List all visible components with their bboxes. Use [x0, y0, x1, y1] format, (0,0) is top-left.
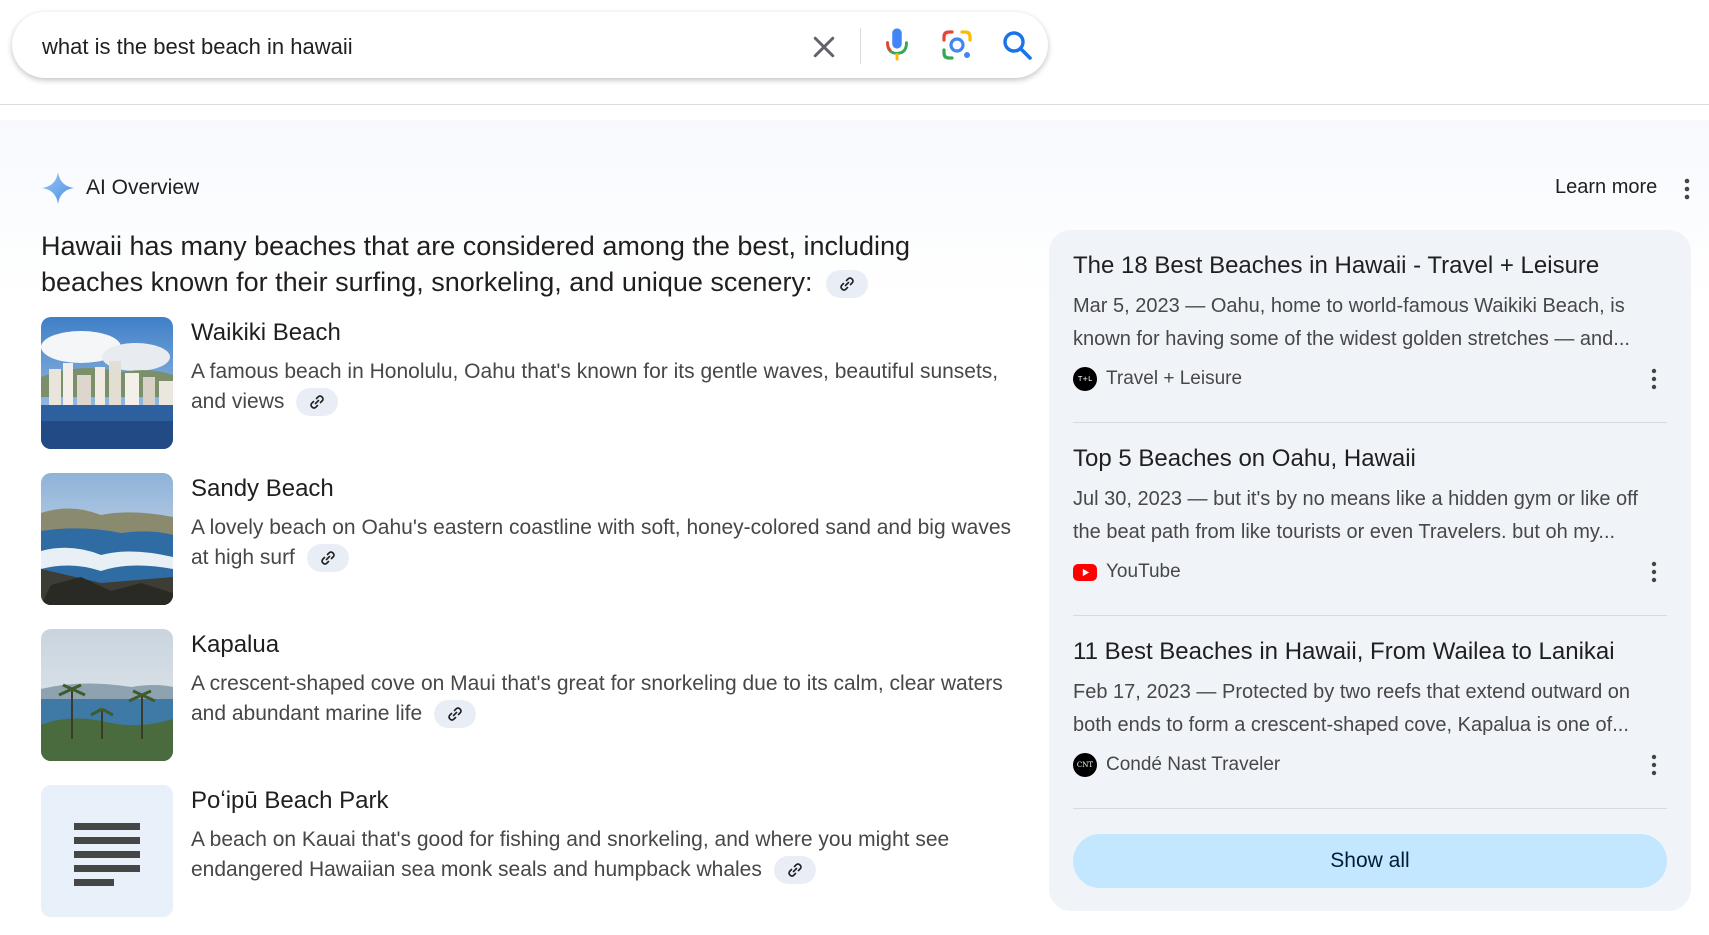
list-item: Kapalua A crescent-shaped cove on Maui t…	[41, 629, 1003, 761]
beach-description: A crescent-shaped cove on Maui that's gr…	[191, 669, 1011, 729]
source-snippet: Feb 17, 2023 — Protected by two reefs th…	[1073, 681, 1631, 736]
travel-leisure-favicon: T+L	[1073, 367, 1097, 391]
source-title[interactable]: The 18 Best Beaches in Hawaii - Travel +…	[1073, 252, 1667, 280]
document-placeholder-icon[interactable]	[41, 785, 173, 917]
site-name: YouTube	[1106, 561, 1181, 582]
show-all-button[interactable]: Show all	[1073, 834, 1667, 888]
ai-overview-title: AI Overview	[86, 176, 200, 199]
beach-description: A lovely beach on Oahu's eastern coastli…	[191, 513, 1011, 573]
source-link-icon[interactable]	[825, 269, 868, 298]
source-link-icon[interactable]	[773, 856, 816, 885]
learn-more-link[interactable]: Learn more	[1555, 176, 1657, 199]
source-item[interactable]: Top 5 Beaches on Oahu, Hawaii Jul 30, 20…	[1073, 445, 1667, 585]
sandy-beach-thumbnail[interactable]	[41, 473, 173, 605]
sources-card: The 18 Best Beaches in Hawaii - Travel +…	[1049, 230, 1691, 911]
source-item[interactable]: 11 Best Beaches in Hawaii, From Wailea t…	[1073, 638, 1667, 778]
kapalua-thumbnail[interactable]	[41, 629, 173, 761]
source-snippet: Jul 30, 2023 — but it's by no means like…	[1073, 488, 1638, 543]
source-link-icon[interactable]	[296, 388, 339, 417]
more-options-icon[interactable]	[1649, 559, 1659, 585]
ai-overview-intro: Hawaii has many beaches that are conside…	[41, 228, 971, 300]
list-item: Sandy Beach A lovely beach on Oahu's eas…	[41, 473, 1011, 605]
source-title[interactable]: Top 5 Beaches on Oahu, Hawaii	[1073, 445, 1667, 473]
beach-name[interactable]: Waikiki Beach	[191, 319, 341, 347]
search-icon[interactable]	[1000, 28, 1034, 62]
more-options-icon[interactable]	[1649, 366, 1659, 392]
conde-nast-favicon: CNT	[1073, 753, 1097, 777]
source-divider	[1073, 808, 1667, 809]
source-divider	[1073, 615, 1667, 616]
source-site: CNT Condé Nast Traveler	[1073, 752, 1667, 778]
favicon-text: T+L	[1077, 375, 1093, 383]
source-site: YouTube	[1073, 559, 1667, 585]
beach-description: A famous beach in Honolulu, Oahu that's …	[191, 357, 1011, 417]
sparkle-icon	[42, 172, 74, 204]
source-title[interactable]: 11 Best Beaches in Hawaii, From Wailea t…	[1073, 638, 1667, 666]
beach-description-text: A crescent-shaped cove on Maui that's gr…	[191, 672, 1003, 725]
beach-name[interactable]: Poʻipū Beach Park	[191, 787, 388, 815]
list-item: Poʻipū Beach Park A beach on Kauai that'…	[41, 785, 1001, 917]
source-link-icon[interactable]	[434, 700, 477, 729]
site-name: Travel + Leisure	[1106, 368, 1243, 389]
source-link-icon[interactable]	[306, 544, 349, 573]
more-options-icon[interactable]	[1649, 752, 1659, 778]
header-divider	[0, 104, 1709, 105]
source-divider	[1073, 422, 1667, 423]
source-snippet: Mar 5, 2023 — Oahu, home to world-famous…	[1073, 295, 1630, 350]
search-bar-divider	[860, 28, 861, 64]
source-site: T+L Travel + Leisure	[1073, 366, 1667, 392]
google-lens-icon[interactable]	[940, 28, 974, 62]
youtube-icon	[1073, 563, 1097, 581]
search-input[interactable]: what is the best beach in hawaii	[42, 34, 353, 60]
beach-description-text: A beach on Kauai that's good for fishing…	[191, 828, 950, 881]
search-bar[interactable]: what is the best beach in hawaii	[12, 12, 1048, 78]
source-item[interactable]: The 18 Best Beaches in Hawaii - Travel +…	[1073, 252, 1667, 392]
more-options-icon[interactable]	[1680, 174, 1694, 204]
intro-text: Hawaii has many beaches that are conside…	[41, 231, 911, 297]
beach-name[interactable]: Sandy Beach	[191, 475, 334, 503]
list-item: Waikiki Beach A famous beach in Honolulu…	[41, 317, 1001, 449]
beach-name[interactable]: Kapalua	[191, 631, 279, 659]
close-icon[interactable]	[809, 32, 839, 62]
site-name: Condé Nast Traveler	[1106, 754, 1281, 775]
microphone-icon[interactable]	[882, 26, 912, 64]
ai-overview-header: AI Overview	[40, 170, 199, 206]
favicon-text: CNT	[1076, 761, 1094, 769]
beach-description: A beach on Kauai that's good for fishing…	[191, 825, 1011, 885]
waikiki-beach-thumbnail[interactable]	[41, 317, 173, 449]
